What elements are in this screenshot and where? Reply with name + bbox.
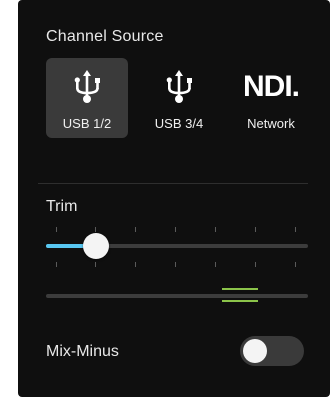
source-usb-1-2-button[interactable]: USB 1/2 (46, 58, 128, 138)
trim-slider-thumb[interactable] (83, 233, 109, 259)
channel-source-title: Channel Source (46, 28, 164, 45)
level-meter (46, 288, 308, 302)
mix-minus-toggle[interactable] (240, 336, 304, 366)
trim-title: Trim (46, 198, 78, 215)
trim-ticks-bottom (46, 262, 308, 268)
ndi-logo-text: NDI. (243, 70, 300, 103)
usb-icon (138, 68, 220, 106)
source-usb-1-2-label: USB 1/2 (62, 116, 112, 131)
section-divider (38, 183, 308, 184)
source-usb-3-4-button[interactable]: USB 3/4 (138, 58, 220, 138)
level-meter-marker-bottom (222, 300, 258, 302)
level-meter-marker-top (222, 288, 258, 290)
source-network-button[interactable]: NDI. Network (230, 58, 312, 138)
trim-ticks-top (46, 227, 308, 233)
mix-minus-label: Mix-Minus (46, 343, 119, 360)
mix-minus-toggle-knob (243, 339, 267, 363)
ndi-logo: NDI. (230, 68, 312, 106)
usb-icon (46, 68, 128, 106)
source-network-label: Network (247, 116, 295, 131)
channel-source-options: USB 1/2 USB 3/4 NDI. Network (46, 58, 312, 138)
channel-settings-panel: Channel Source USB 1/2 USB 3/4 NDI. Netw… (18, 0, 330, 397)
trim-slider[interactable] (46, 233, 308, 259)
source-usb-3-4-label: USB 3/4 (154, 116, 204, 131)
